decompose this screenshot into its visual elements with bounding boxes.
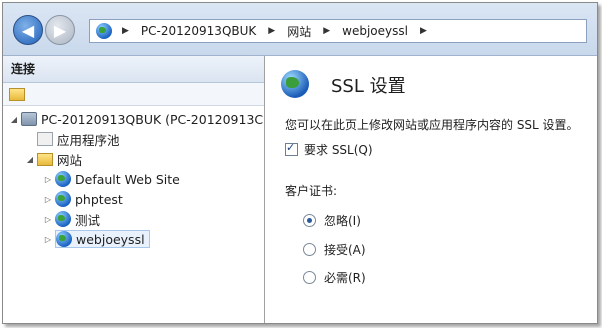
expand-icon[interactable]: ▷ (43, 235, 53, 244)
tree-item-phptest[interactable]: ▷ phptest (43, 189, 123, 209)
radio-label: 必需(R) (324, 271, 366, 285)
tree-item-label: 网站 (57, 152, 83, 168)
radio-accept[interactable]: 接受(A) (303, 241, 366, 258)
ssl-globe-icon (281, 70, 309, 98)
radio-ignore[interactable]: 忽略(I) (303, 212, 361, 229)
expand-icon[interactable]: ▷ (43, 195, 53, 204)
ssl-settings-pane: SSL 设置 您可以在此页上修改网站或应用程序内容的 SSL 设置。 要求 SS… (265, 56, 597, 323)
back-arrow-icon: ◀ (21, 20, 35, 40)
radio-require[interactable]: 必需(R) (303, 269, 366, 286)
tree-item-label: webjoeyssl (76, 231, 145, 247)
forward-button[interactable]: ▶ (45, 15, 75, 45)
connections-header: 连接 (3, 56, 264, 83)
expand-icon[interactable]: ▷ (43, 175, 53, 184)
add-connection-icon[interactable] (9, 87, 25, 101)
globe-icon (55, 211, 71, 227)
connections-toolbar (3, 83, 264, 106)
checkbox-icon[interactable] (285, 141, 298, 156)
radio-icon[interactable] (303, 271, 316, 284)
page-title: SSL 设置 (331, 76, 406, 97)
globe-icon (55, 171, 71, 187)
page-description: 您可以在此页上修改网站或应用程序内容的 SSL 设置。 (285, 118, 579, 132)
tree-item-label: phptest (75, 191, 123, 207)
back-button[interactable]: ◀ (13, 15, 43, 45)
chevron-right-icon: ▶ (268, 26, 276, 36)
tree-item-test[interactable]: ▷ 测试 (43, 209, 100, 229)
tree-item-default-web-site[interactable]: ▷ Default Web Site (43, 169, 180, 189)
tree-selection: webjoeyssl (55, 230, 150, 248)
app-pool-icon (37, 132, 53, 146)
tree-item-label: 测试 (75, 212, 101, 228)
chevron-right-icon: ▶ (323, 26, 331, 36)
tree-item-label: PC-20120913QBUK (PC-20120913C (41, 111, 264, 127)
tree-item-sites[interactable]: ◢ 网站 (25, 149, 82, 169)
globe-icon (56, 231, 72, 247)
require-ssl-checkbox[interactable]: 要求 SSL(Q) (285, 141, 373, 158)
expand-icon[interactable]: ▷ (43, 215, 53, 224)
require-ssl-label: 要求 SSL(Q) (304, 143, 373, 157)
radio-selected-icon[interactable] (303, 214, 316, 227)
chevron-right-icon: ▶ (419, 26, 427, 36)
chevron-right-icon: ▶ (122, 26, 129, 36)
breadcrumb-item-site[interactable]: webjoeyssl (342, 24, 408, 38)
address-bar: ◀ ▶ ▶ PC-20120913QBUK ▶ 网站 ▶ webjoeyssl … (3, 3, 597, 56)
computer-icon (21, 112, 37, 126)
breadcrumb-item-server[interactable]: PC-20120913QBUK (141, 24, 256, 38)
connections-pane: 连接 ◢ PC-20120913QBUK (PC-20120913C 应用程序池… (3, 56, 265, 323)
tree-item-webjoeyssl[interactable]: ▷ webjoeyssl (43, 229, 150, 249)
tree-item-label: 应用程序池 (57, 132, 120, 148)
breadcrumb[interactable]: ▶ PC-20120913QBUK ▶ 网站 ▶ webjoeyssl ▶ (89, 19, 587, 43)
sites-folder-icon (37, 152, 53, 166)
tree-item-app-pools[interactable]: 应用程序池 (25, 129, 120, 149)
radio-label: 接受(A) (324, 243, 366, 257)
forward-arrow-icon: ▶ (53, 20, 67, 40)
collapse-icon[interactable]: ◢ (25, 155, 35, 164)
globe-icon (55, 191, 71, 207)
collapse-icon[interactable]: ◢ (9, 115, 19, 124)
iis-manager-window: ◀ ▶ ▶ PC-20120913QBUK ▶ 网站 ▶ webjoeyssl … (2, 2, 598, 324)
tree-item-server[interactable]: ◢ PC-20120913QBUK (PC-20120913C (9, 109, 263, 129)
tree-item-label: Default Web Site (75, 171, 180, 187)
client-cert-label: 客户证书: (285, 184, 338, 198)
globe-icon (96, 23, 112, 39)
radio-label: 忽略(I) (324, 214, 361, 228)
breadcrumb-item-sites[interactable]: 网站 (287, 23, 311, 40)
radio-icon[interactable] (303, 243, 316, 256)
